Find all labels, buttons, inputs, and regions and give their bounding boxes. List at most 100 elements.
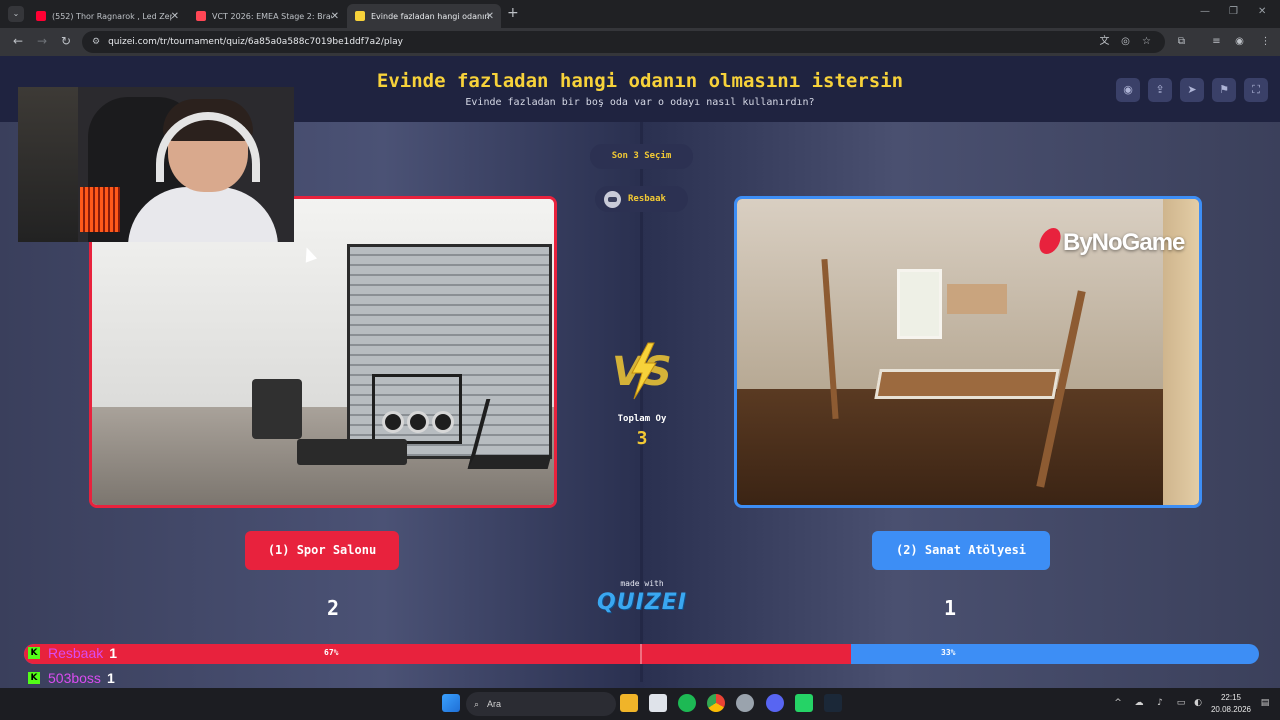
restore-icon[interactable]: ❐ xyxy=(1229,6,1238,17)
chrome-icon[interactable] xyxy=(707,694,725,712)
option-2-vote-count: 1 xyxy=(943,596,957,620)
start-icon[interactable] xyxy=(442,694,460,712)
total-votes-label: Toplam Oy xyxy=(617,414,667,424)
avatar xyxy=(604,190,621,208)
weight-plate xyxy=(382,411,404,433)
gym-ottoman xyxy=(297,439,407,465)
file-explorer-icon[interactable] xyxy=(620,694,638,712)
youtube-icon xyxy=(36,11,46,21)
option-2-percent: 33% xyxy=(941,648,956,657)
search-placeholder: Ara xyxy=(487,699,502,709)
option-1-button[interactable]: (1) Spor Salonu xyxy=(245,531,399,570)
translate-icon[interactable]: 文 xyxy=(1098,35,1111,48)
forward-icon[interactable]: → xyxy=(37,34,47,48)
browser-tab-quizei[interactable]: Evinde fazladan hangi odanın o ✕ xyxy=(347,4,501,28)
volume-icon[interactable]: ◐ xyxy=(1192,697,1204,709)
option-1-percent: 67% xyxy=(324,648,339,657)
clock-date: 20.08.2026 xyxy=(1210,705,1252,714)
browser-tab-vct[interactable]: VCT 2026: EMEA Stage 2: Bracke ✕ xyxy=(188,4,346,28)
reload-icon[interactable]: ↻ xyxy=(61,34,71,48)
window-close-icon[interactable]: ✕ xyxy=(1258,6,1266,17)
share-icon[interactable]: ⇪ xyxy=(1148,78,1172,102)
streamer-webcam xyxy=(18,87,294,242)
dumbbell-rack xyxy=(372,374,462,444)
bynogame-watermark: ByNoGame xyxy=(1036,228,1185,257)
spotify-icon[interactable] xyxy=(678,694,696,712)
site-info-icon[interactable]: ⚙ xyxy=(92,37,100,47)
tab-title: Evinde fazladan hangi odanın o xyxy=(371,11,491,21)
chat-username: Resbaak xyxy=(48,644,104,661)
windows-taskbar: ⌕ Ara ^ ☁ ♪ ▭ ◐ 22:15 20.08.2026 ▤ xyxy=(0,688,1280,720)
option-2-button[interactable]: (2) Sanat Atölyesi xyxy=(872,531,1050,570)
star-icon[interactable]: ☆ xyxy=(1140,35,1153,48)
onedrive-icon[interactable]: ☁ xyxy=(1133,697,1145,709)
chat-row: K Resbaak 1 xyxy=(28,640,228,665)
total-votes-value: 3 xyxy=(636,428,648,449)
flag-icon[interactable]: ⚑ xyxy=(1212,78,1236,102)
taskbar-clock[interactable]: 22:15 20.08.2026 xyxy=(1205,692,1257,716)
browser-tab-youtube[interactable]: (552) Thor Ragnarok , Led Zepp ✕ xyxy=(28,4,186,28)
profile-icon[interactable]: ◉ xyxy=(1233,35,1246,48)
quizei-favicon-icon xyxy=(355,11,365,21)
result-midpoint xyxy=(640,644,642,664)
weight-plate xyxy=(432,411,454,433)
tray-chevron-icon[interactable]: ^ xyxy=(1112,697,1124,709)
tab-search-button[interactable]: ⌄ xyxy=(8,6,24,22)
webcam-shelf xyxy=(18,87,78,242)
network-icon[interactable]: ▭ xyxy=(1175,697,1187,709)
watermark-text: ByNoGame xyxy=(1063,229,1185,256)
valorant-icon xyxy=(196,11,206,21)
voter-name: Resbaak xyxy=(628,194,666,204)
made-with-label: made with xyxy=(620,579,664,588)
notification-icon[interactable]: ▤ xyxy=(1259,697,1271,709)
choice-image-gym[interactable] xyxy=(89,196,557,508)
browser-tab-bar: ⌄ (552) Thor Ragnarok , Led Zepp ✕ VCT 2… xyxy=(0,0,1280,28)
steam-icon[interactable] xyxy=(824,694,842,712)
menu-icon[interactable]: ⋮ xyxy=(1259,35,1272,48)
studio-window xyxy=(897,269,942,339)
option-1-vote-count: 2 xyxy=(326,596,340,620)
recent-voter-chip: Resbaak xyxy=(595,186,688,212)
url-text[interactable]: quizei.com/tr/tournament/quiz/6a85a0a588… xyxy=(108,37,403,47)
extensions-icon[interactable]: ⧉ xyxy=(1175,35,1188,48)
chat-vote: 1 xyxy=(109,644,118,661)
close-tab-icon[interactable]: ✕ xyxy=(171,11,179,22)
close-tab-icon[interactable]: ✕ xyxy=(331,11,339,22)
settings-gear-icon[interactable] xyxy=(736,694,754,712)
close-tab-icon[interactable]: ✕ xyxy=(486,11,494,22)
kick-icon: K xyxy=(28,646,40,659)
back-icon[interactable]: ← xyxy=(13,34,23,48)
search-icon: ⌕ xyxy=(474,698,480,709)
browser-toolbar: ← → ↻ ⚙ quizei.com/tr/tournament/quiz/6a… xyxy=(0,28,1280,56)
whatsapp-icon[interactable] xyxy=(795,694,813,712)
gym-bench xyxy=(252,379,302,439)
studio-table xyxy=(874,369,1060,399)
webcam-light xyxy=(80,187,120,232)
studio-floor xyxy=(737,388,1199,505)
address-bar[interactable]: ⚙ quizei.com/tr/tournament/quiz/6a85a0a5… xyxy=(82,31,1165,53)
quizei-logo[interactable]: QUIZEI xyxy=(590,590,694,615)
eye-off-icon[interactable]: ◎ xyxy=(1119,35,1132,48)
chat-row: K 503boss 1 xyxy=(28,665,228,690)
fullscreen-icon[interactable]: ⛶ xyxy=(1244,78,1268,102)
vs-icon: VS xyxy=(612,342,672,400)
minimize-icon[interactable]: — xyxy=(1200,6,1210,17)
store-icon[interactable] xyxy=(649,694,667,712)
chat-username: 503boss xyxy=(48,669,101,686)
media-icon[interactable]: ≡ xyxy=(1210,35,1223,48)
tab-title: VCT 2026: EMEA Stage 2: Bracke xyxy=(212,11,332,21)
eye-icon[interactable]: ◉ xyxy=(1116,78,1140,102)
last-3-choices-badge: Son 3 Seçim xyxy=(590,144,693,169)
studio-cabinet xyxy=(947,284,1007,314)
clock-time: 22:15 xyxy=(1220,693,1242,702)
send-icon[interactable]: ➤ xyxy=(1180,78,1204,102)
weight-plate xyxy=(407,411,429,433)
tab-title: (552) Thor Ragnarok , Led Zepp xyxy=(52,11,172,21)
microphone-icon[interactable]: ♪ xyxy=(1154,697,1166,709)
bynogame-logo-icon xyxy=(1036,228,1064,254)
taskbar-search[interactable]: ⌕ Ara xyxy=(466,692,616,716)
discord-icon[interactable] xyxy=(766,694,784,712)
new-tab-button[interactable]: + xyxy=(507,6,519,20)
chat-vote: 1 xyxy=(106,669,115,686)
kick-icon: K xyxy=(28,671,40,684)
